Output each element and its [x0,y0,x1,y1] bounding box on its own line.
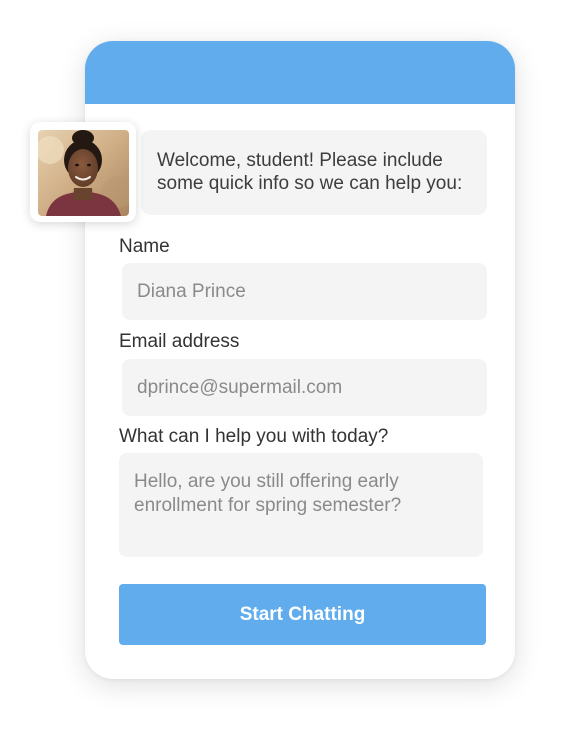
name-input[interactable] [122,263,487,320]
message-textarea[interactable]: Hello, are you still offering early enro… [119,453,483,557]
card-header [85,41,515,104]
pre-chat-form-card: Welcome, student! Please include some qu… [85,41,515,679]
welcome-message: Welcome, student! Please include some qu… [157,150,463,194]
person-photo-icon [38,130,129,216]
agent-avatar [30,122,136,222]
name-label: Name [119,236,170,257]
message-label: What can I help you with today? [119,426,389,447]
email-label: Email address [119,331,240,352]
welcome-bubble: Welcome, student! Please include some qu… [141,130,487,215]
email-input[interactable] [122,359,487,416]
start-chatting-button[interactable]: Start Chatting [119,584,486,645]
chat-widget-stage: Welcome, student! Please include some qu… [0,0,581,730]
